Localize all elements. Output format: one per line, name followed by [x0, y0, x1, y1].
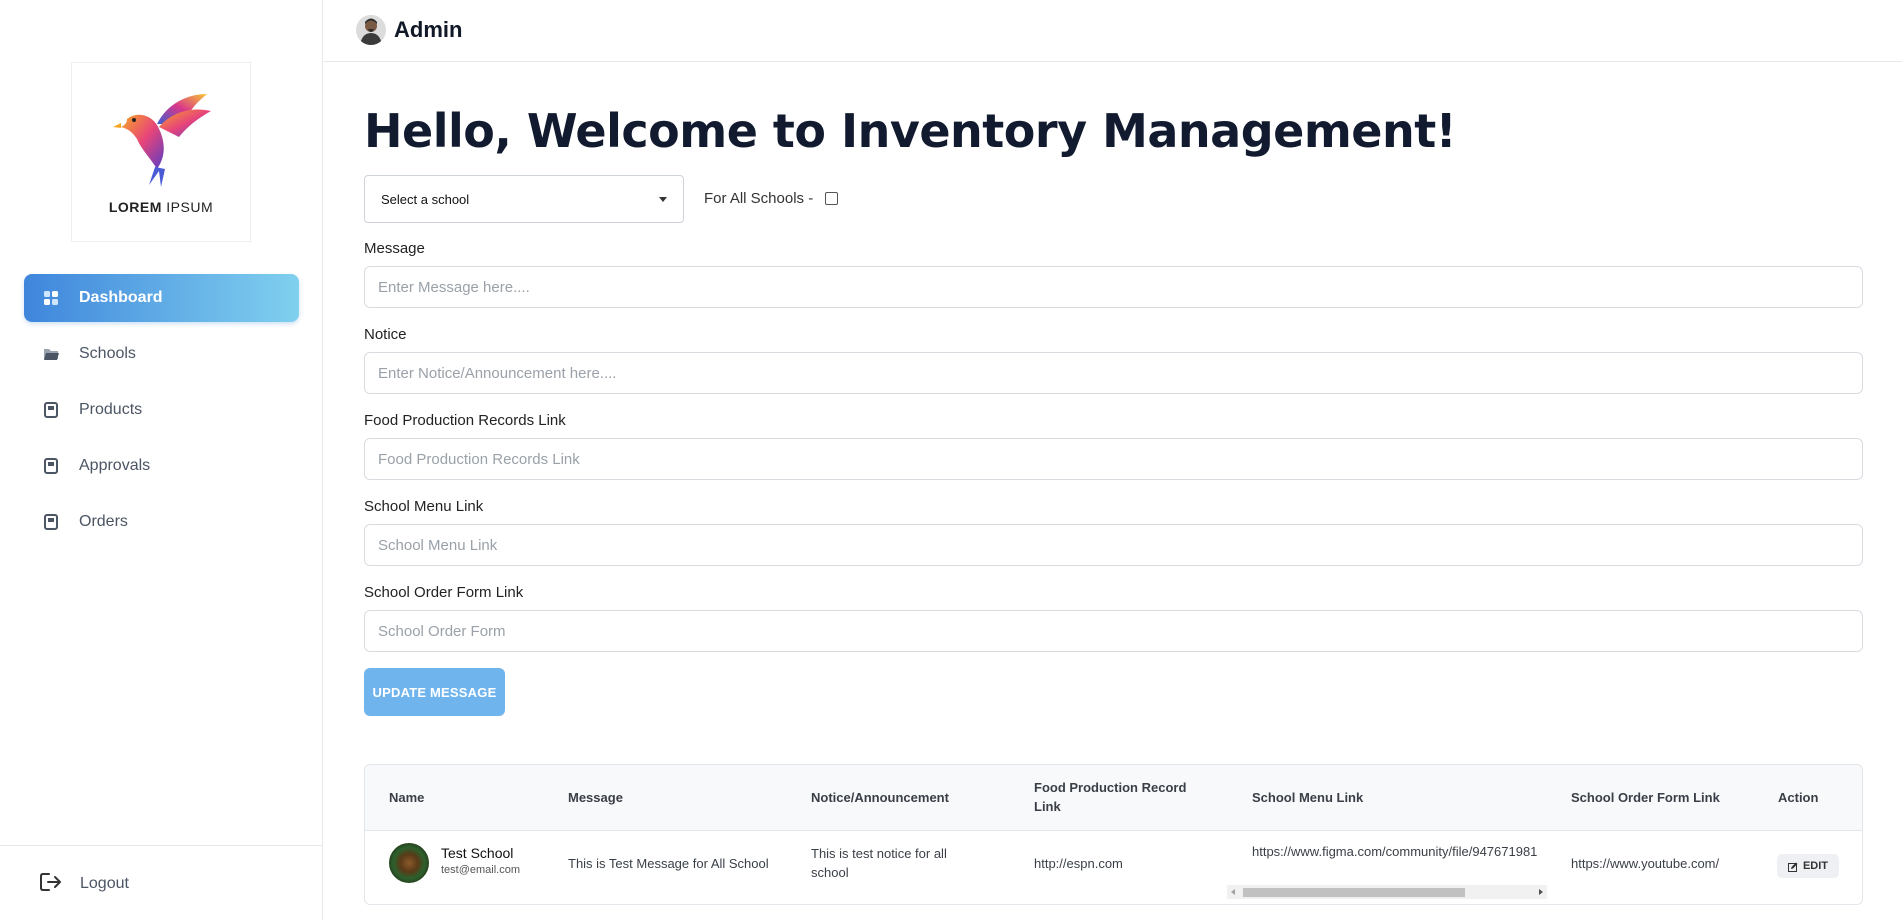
logout-button[interactable]: Logout: [40, 872, 129, 896]
logout-icon: [40, 872, 62, 896]
column-header-name: Name: [389, 790, 425, 805]
school-email: test@email.com: [441, 864, 521, 876]
scroll-right-icon[interactable]: [1539, 889, 1543, 895]
book-icon: [42, 457, 60, 475]
all-schools-label: For All Schools -: [704, 190, 814, 207]
sidebar: LOREM IPSUM Dashboard Schools Products A…: [0, 0, 323, 920]
row-food-link[interactable]: http://espn.com: [1034, 854, 1123, 873]
notice-input[interactable]: Enter Notice/Announcement here....: [364, 352, 1863, 394]
row-order-link[interactable]: https://www.youtube.com/: [1571, 854, 1719, 873]
sidebar-item-approvals[interactable]: Approvals: [24, 442, 299, 490]
logout-label: Logout: [80, 875, 129, 892]
food-production-input[interactable]: Food Production Records Link: [364, 438, 1863, 480]
sidebar-item-label: Orders: [79, 513, 128, 530]
column-header-food-line1: Food Production Record: [1034, 780, 1187, 795]
column-header-message: Message: [568, 790, 623, 805]
schools-table: Name Message Notice/Announcement Food Pr…: [364, 764, 1863, 905]
chevron-down-icon: [659, 197, 667, 202]
book-icon: [42, 401, 60, 419]
user-name: Admin: [394, 17, 463, 42]
column-header-action: Action: [1778, 790, 1819, 805]
school-menu-label: School Menu Link: [364, 498, 484, 515]
order-form-label: School Order Form Link: [364, 584, 524, 601]
sidebar-item-label: Dashboard: [79, 289, 163, 306]
sidebar-item-schools[interactable]: Schools: [24, 330, 299, 378]
page-title: Hello, Welcome to Inventory Management!: [364, 104, 1457, 158]
folder-icon: [42, 345, 60, 363]
food-production-label: Food Production Records Link: [364, 412, 566, 429]
column-header-menu: School Menu Link: [1252, 790, 1364, 805]
scrollbar-thumb[interactable]: [1243, 888, 1465, 897]
horizontal-scrollbar[interactable]: [1227, 885, 1547, 899]
row-message: This is Test Message for All School: [568, 856, 769, 871]
row-menu-link[interactable]: https://www.figma.com/community/file/947…: [1252, 844, 1547, 859]
sidebar-item-label: Approvals: [79, 457, 151, 474]
order-form-input[interactable]: School Order Form: [364, 610, 1863, 652]
all-schools-toggle: For All Schools -: [704, 190, 839, 207]
dashboard-grid-icon: [42, 289, 60, 307]
message-input[interactable]: Enter Message here....: [364, 266, 1863, 308]
row-notice-line1: This is test notice for all: [811, 846, 947, 861]
sidebar-item-products[interactable]: Products: [24, 386, 299, 434]
logo-text-light: IPSUM: [166, 199, 214, 215]
avatar: [356, 15, 386, 45]
logo-text-bold: LOREM: [108, 199, 162, 215]
sidebar-item-label: Schools: [79, 345, 136, 362]
school-name: Test School: [441, 845, 514, 861]
table-header: Name Message Notice/Announcement Food Pr…: [365, 765, 1862, 831]
scroll-left-icon[interactable]: [1231, 889, 1235, 895]
sidebar-item-dashboard[interactable]: Dashboard: [24, 274, 299, 322]
update-message-button[interactable]: UPDATE MESSAGE: [364, 668, 505, 716]
row-notice-line2: school: [811, 865, 849, 880]
sidebar-nav: Dashboard Schools Products Approvals Ord…: [24, 274, 299, 554]
book-icon: [42, 513, 60, 531]
notice-label: Notice: [364, 326, 407, 343]
edit-label: EDIT: [1802, 860, 1829, 872]
edit-button[interactable]: EDIT: [1777, 854, 1839, 878]
sidebar-item-label: Products: [79, 401, 143, 418]
school-menu-input[interactable]: School Menu Link: [364, 524, 1863, 566]
all-schools-checkbox[interactable]: [825, 192, 839, 205]
user-menu[interactable]: Admin: [356, 15, 462, 45]
sidebar-divider: [0, 845, 323, 846]
school-avatar: [389, 843, 429, 883]
edit-icon: [1787, 857, 1798, 876]
brand-logo: LOREM IPSUM: [71, 62, 251, 242]
bird-logo-icon: [113, 94, 211, 187]
column-header-notice: Notice/Announcement: [811, 790, 949, 805]
message-label: Message: [364, 240, 425, 257]
sidebar-item-orders[interactable]: Orders: [24, 498, 299, 546]
school-select-value: Select a school: [381, 191, 470, 207]
column-header-food-line2: Link: [1034, 799, 1061, 814]
school-select[interactable]: Select a school: [364, 175, 684, 223]
top-bar: Admin: [324, 0, 1902, 62]
column-header-order: School Order Form Link: [1571, 790, 1720, 805]
